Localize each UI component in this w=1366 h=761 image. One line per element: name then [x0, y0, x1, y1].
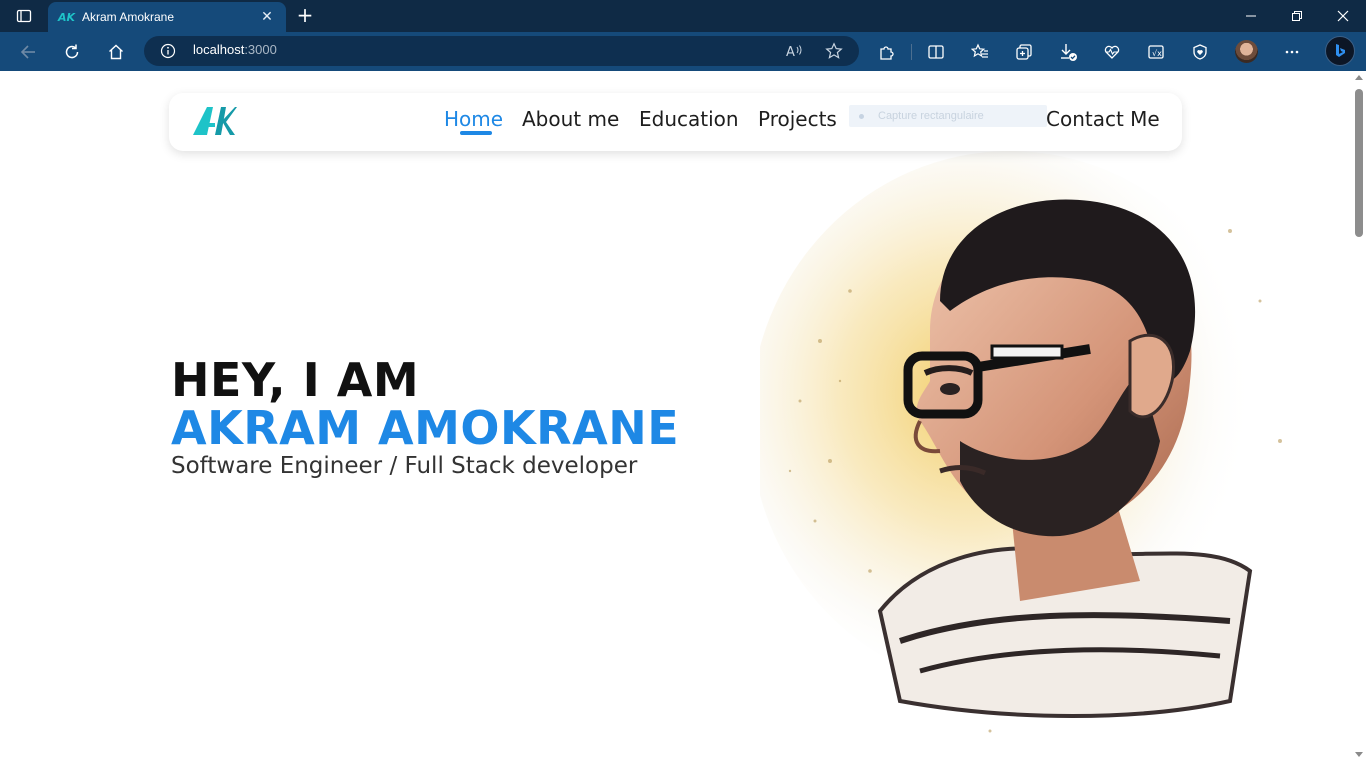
toolbar-divider: [911, 44, 912, 60]
scroll-thumb[interactable]: [1355, 89, 1363, 237]
site-logo[interactable]: [191, 103, 237, 137]
download-icon[interactable]: [1052, 36, 1084, 68]
info-icon[interactable]: [160, 43, 176, 59]
nav-contact-me[interactable]: Contact Me: [1046, 107, 1160, 131]
restore-icon[interactable]: [1274, 0, 1320, 32]
nav-education[interactable]: Education: [639, 107, 739, 131]
split-screen-icon[interactable]: [920, 36, 952, 68]
address-bar[interactable]: localhost:3000 A: [144, 36, 859, 66]
scroll-down-arrow-icon[interactable]: [1355, 752, 1363, 757]
browser-tab[interactable]: AK Akram Amokrane ✕: [48, 2, 286, 32]
favorites-icon[interactable]: [964, 36, 996, 68]
site-navbar: Home About me Education Projects Capture…: [169, 93, 1182, 151]
tab-title: Akram Amokrane: [82, 10, 175, 24]
hero-greeting: HEY, I AM: [171, 353, 420, 407]
capture-tooltip-text: Capture rectangulaire: [878, 110, 984, 122]
svg-text:√x: √x: [1152, 49, 1162, 58]
bing-icon[interactable]: [1325, 36, 1355, 66]
read-aloud-icon[interactable]: A: [784, 41, 804, 61]
capture-tooltip: Capture rectangulaire: [849, 105, 1047, 127]
avatar[interactable]: [1235, 40, 1258, 63]
math-icon[interactable]: √x: [1140, 36, 1172, 68]
home-icon[interactable]: [100, 36, 132, 68]
nav-about-me[interactable]: About me: [522, 107, 619, 131]
portrait-illustration: [760, 151, 1282, 733]
puzzle-icon[interactable]: [871, 36, 903, 68]
shield-heart-icon[interactable]: [1184, 36, 1216, 68]
collections-icon[interactable]: [1008, 36, 1040, 68]
more-icon[interactable]: [1276, 36, 1308, 68]
scroll-up-arrow-icon[interactable]: [1355, 75, 1363, 80]
close-icon[interactable]: ✕: [258, 9, 276, 25]
star-icon[interactable]: [824, 41, 844, 61]
plus-icon[interactable]: +: [292, 4, 318, 28]
browser-titlebar: AK Akram Amokrane ✕ +: [0, 0, 1366, 32]
back-arrow-icon[interactable]: [12, 36, 44, 68]
hero-role: Software Engineer / Full Stack developer: [171, 453, 638, 479]
hero-name: AKRAM AMOKRANE: [171, 401, 680, 455]
svg-text:A: A: [786, 45, 795, 59]
capture-dot-icon: [859, 113, 864, 119]
nav-home[interactable]: Home: [444, 107, 503, 131]
heartbeat-icon[interactable]: [1096, 36, 1128, 68]
close-window-icon[interactable]: [1320, 0, 1366, 32]
nav-active-indicator: [460, 131, 492, 135]
tab-favicon: AK: [58, 10, 76, 24]
nav-projects[interactable]: Projects: [758, 107, 837, 131]
tab-actions-icon[interactable]: [8, 4, 40, 28]
page-viewport: Home About me Education Projects Capture…: [0, 71, 1352, 761]
minimize-icon[interactable]: [1228, 0, 1274, 32]
url-text[interactable]: localhost:3000: [193, 42, 277, 57]
url-host: localhost: [193, 42, 245, 57]
refresh-icon[interactable]: [56, 36, 88, 68]
url-port: :3000: [244, 42, 277, 57]
page-scrollbar[interactable]: [1352, 71, 1366, 761]
browser-toolbar: localhost:3000 A √x: [0, 32, 1366, 71]
